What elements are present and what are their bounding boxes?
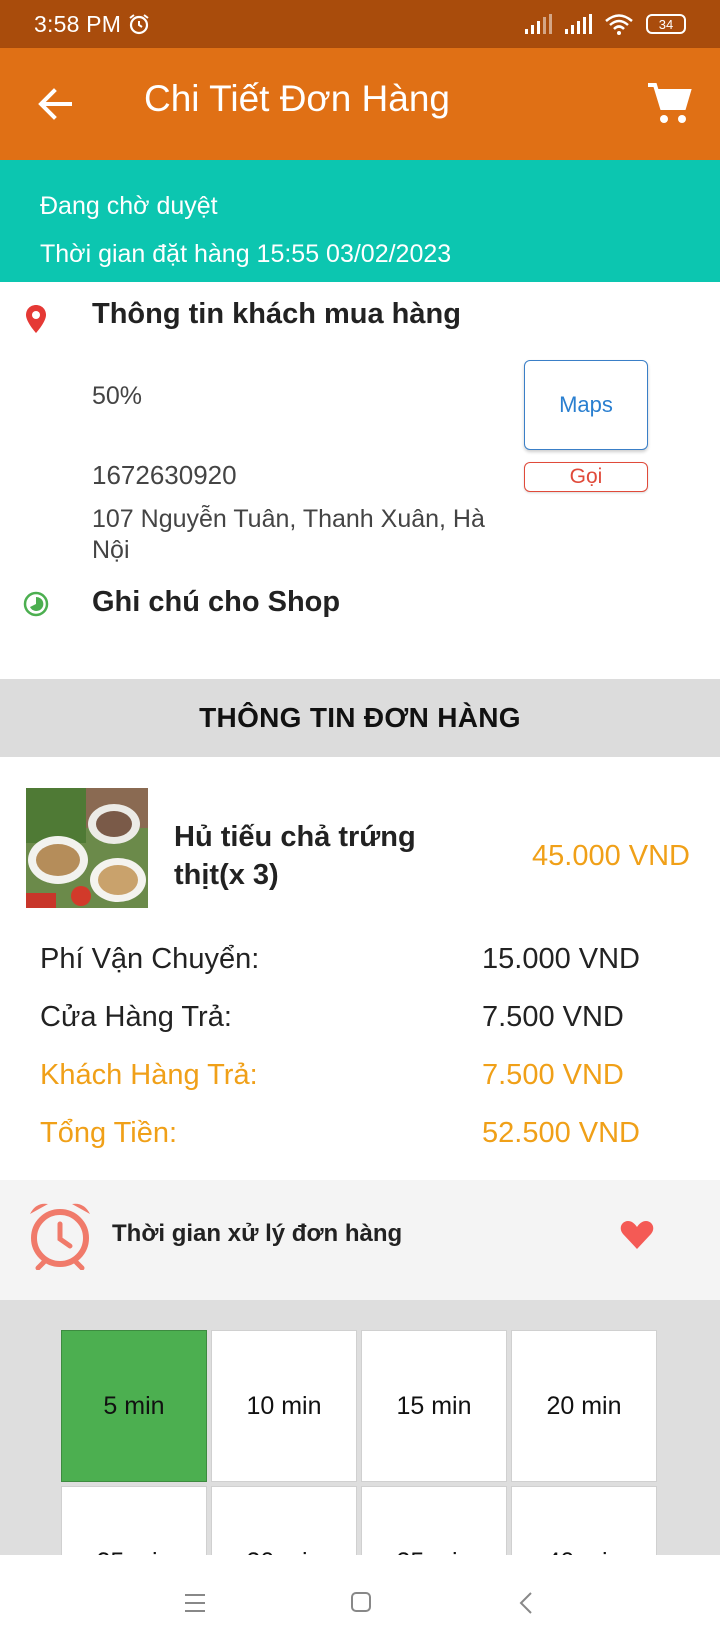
store-pays-row: Cửa Hàng Trả: 7.500 VND (40, 993, 680, 1051)
time-option[interactable]: 20 min (511, 1330, 657, 1482)
recent-apps-icon[interactable] (184, 1593, 206, 1613)
customer-address: 107 Nguyễn Tuân, Thanh Xuân, Hà Nội (92, 505, 485, 564)
time-options-grid: 5 min 10 min 15 min 20 min 25 min 30 min… (61, 1330, 657, 1555)
order-info-header: THÔNG TIN ĐƠN HÀNG (0, 679, 720, 757)
order-time-text: Thời gian đặt hàng 15:55 03/02/2023 (40, 240, 452, 268)
status-time: 3:58 PM (34, 10, 122, 37)
expand-heart-icon[interactable] (620, 1220, 654, 1250)
fee-label: Cửa Hàng Trả: (40, 1001, 232, 1033)
battery-icon: 34 (646, 14, 686, 34)
cart-icon (648, 83, 692, 123)
fee-summary: Phí Vận Chuyển: 15.000 VND Cửa Hàng Trả:… (0, 935, 720, 1180)
fee-value: 7.500 VND (482, 1059, 624, 1091)
customer-name: 50% (92, 382, 143, 410)
processing-time-section[interactable]: Thời gian xử lý đơn hàng (0, 1180, 720, 1300)
cart-button[interactable] (646, 80, 692, 126)
alarm-status-icon (129, 14, 149, 35)
customer-pays-row: Khách Hàng Trả: 7.500 VND (40, 1051, 680, 1109)
customer-section-title: Thông tin khách mua hàng (92, 298, 461, 330)
fee-value: 52.500 VND (482, 1117, 640, 1149)
time-option[interactable]: 35 min (361, 1486, 507, 1555)
signal-icon-2 (565, 14, 592, 34)
system-nav-bar (0, 1555, 720, 1650)
location-pin-icon (26, 305, 46, 333)
fee-value: 15.000 VND (482, 943, 640, 975)
wifi-icon (605, 14, 633, 35)
order-item-row: Hủ tiếu chả trứng thịt(x 3) 45.000 VND (0, 768, 720, 918)
note-clock-icon (23, 591, 49, 617)
shop-note-title[interactable]: Ghi chú cho Shop (92, 586, 340, 619)
fee-label: Phí Vận Chuyển: (40, 943, 260, 975)
order-status-panel: Đang chờ duyệt Thời gian đặt hàng 15:55 … (0, 160, 720, 282)
time-option[interactable]: 40 min (511, 1486, 657, 1555)
signal-icon (525, 14, 552, 34)
item-price: 45.000 VND (532, 840, 690, 872)
time-option[interactable]: 15 min (361, 1330, 507, 1482)
time-option[interactable]: 25 min (61, 1486, 207, 1555)
call-button[interactable]: Gọi (524, 462, 648, 492)
status-bar: 3:58 PM 34 (0, 0, 720, 48)
time-options-panel: 5 min 10 min 15 min 20 min 25 min 30 min… (0, 1300, 720, 1555)
fee-label: Khách Hàng Trả: (40, 1059, 258, 1091)
page-title: Chi Tiết Đơn Hàng (144, 78, 451, 119)
food-image (26, 788, 148, 908)
battery-level: 34 (658, 16, 674, 32)
time-option[interactable]: 30 min (211, 1486, 357, 1555)
customer-info-section: Thông tin khách mua hàng 50% 1672630920 … (0, 282, 720, 667)
total-row: Tổng Tiền: 52.500 VND (40, 1109, 680, 1167)
shipping-fee-row: Phí Vận Chuyển: 15.000 VND (40, 935, 680, 993)
customer-phone: 1672630920 (92, 460, 237, 490)
arrow-left-icon (38, 88, 72, 120)
item-name: Hủ tiếu chả trứng thịt(x 3) (174, 821, 416, 891)
fee-label: Tổng Tiền: (40, 1117, 178, 1149)
alarm-clock-icon (30, 1203, 90, 1270)
maps-button[interactable]: Maps (524, 360, 648, 450)
nav-back-icon[interactable] (518, 1591, 534, 1615)
home-icon[interactable] (350, 1591, 372, 1613)
time-option[interactable]: 5 min (61, 1330, 207, 1482)
back-button[interactable] (34, 82, 78, 126)
fee-value: 7.500 VND (482, 1001, 624, 1033)
time-option[interactable]: 10 min (211, 1330, 357, 1482)
order-status-text: Đang chờ duyệt (40, 192, 218, 220)
processing-time-label: Thời gian xử lý đơn hàng (112, 1220, 403, 1247)
app-bar: Chi Tiết Đơn Hàng (0, 48, 720, 160)
